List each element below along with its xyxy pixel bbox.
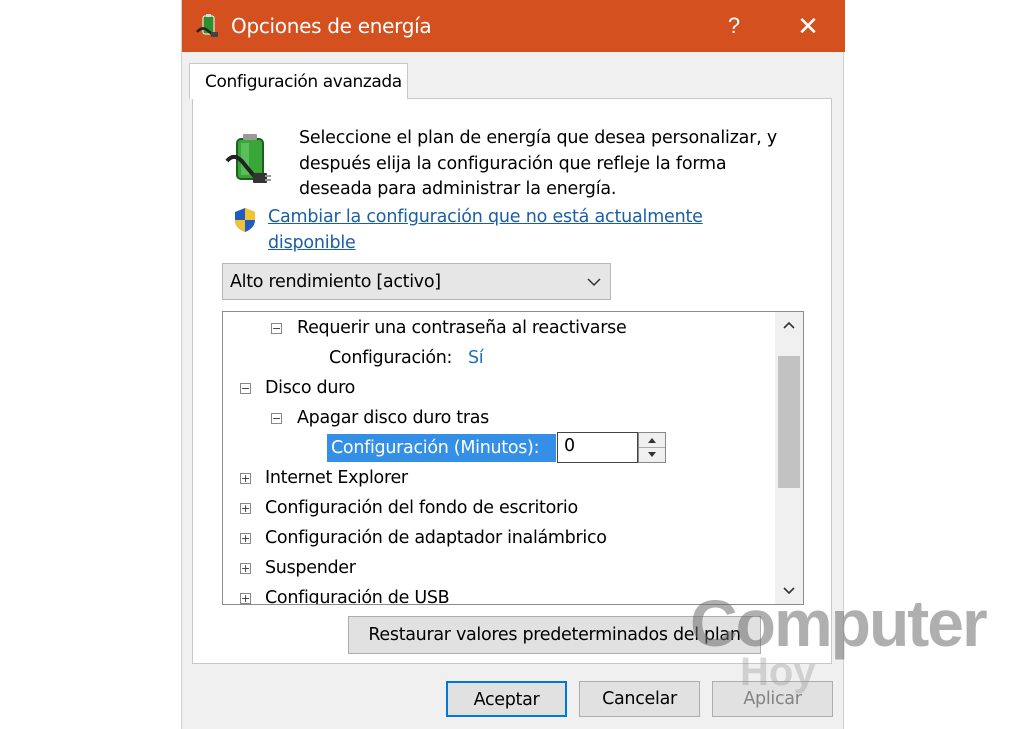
expand-icon[interactable]: + [240,593,251,604]
accept-label: Aceptar [473,690,540,710]
cancel-button[interactable]: Cancelar [579,681,700,717]
settings-tree[interactable]: − Requerir una contraseña al reactivarse… [222,311,804,605]
expand-icon[interactable]: + [240,563,251,574]
expand-icon[interactable]: + [240,503,251,514]
restore-label: Restaurar valores predeterminados del pl… [368,625,741,645]
restore-defaults-button[interactable]: Restaurar valores predeterminados del pl… [348,616,761,654]
accept-button[interactable]: Aceptar [446,681,567,717]
change-unavailable-settings-link[interactable]: Cambiar la configuración que no está act… [268,205,768,256]
tree-item-label: Suspender [265,558,356,578]
minutes-value: 0 [564,436,576,456]
collapse-icon[interactable]: − [271,323,282,334]
minutes-input[interactable]: 0 [557,432,638,463]
tab-label: Configuración avanzada [205,72,402,92]
tab-advanced-settings[interactable]: Configuración avanzada [189,63,408,99]
window-title: Opciones de energía [231,14,432,38]
selected-plan: Alto rendimiento [activo] [230,272,441,292]
title-bar: Opciones de energía ? ✕ [182,0,845,52]
setting-label: Configuración: [329,348,453,368]
help-button[interactable]: ? [716,8,752,44]
tree-item-label: Internet Explorer [265,468,408,488]
tree-item-label: Configuración de adaptador inalámbrico [265,528,607,548]
tree-item-label: Requerir una contraseña al reactivarse [297,318,627,338]
tree-item-sleep[interactable]: + Suspender [223,555,773,581]
tree-item-usb[interactable]: + Configuración de USB [223,585,773,605]
tree-item-hard-disk[interactable]: − Disco duro [223,375,773,401]
expand-icon[interactable]: + [240,533,251,544]
tree-item-label: Disco duro [265,378,356,398]
minutes-spinner[interactable] [638,432,666,463]
power-plan-select[interactable]: Alto rendimiento [activo] [222,263,611,300]
triangle-down-icon [648,452,656,457]
tree-item-require-password[interactable]: − Requerir una contraseña al reactivarse [223,315,773,341]
tree-item-wireless-adapter[interactable]: + Configuración de adaptador inalámbrico [223,525,773,551]
tree-item-label: Configuración del fondo de escritorio [265,498,578,518]
tree-item-label: Apagar disco duro tras [297,408,489,428]
close-button[interactable]: ✕ [790,8,826,44]
tree-item-internet-explorer[interactable]: + Internet Explorer [223,465,773,491]
scrollbar-thumb[interactable] [778,356,800,488]
power-options-icon [196,14,218,37]
apply-button[interactable]: Aplicar [712,681,833,717]
setting-value-link[interactable]: Sí [468,345,484,371]
chevron-down-icon [783,587,795,595]
chevron-down-icon [587,278,601,287]
collapse-icon[interactable]: − [240,383,251,394]
power-options-dialog: Opciones de energía ? ✕ Configuración av… [181,0,845,729]
chevron-up-icon [783,321,795,329]
scroll-down-button[interactable] [775,578,803,604]
selected-setting-row[interactable]: Configuración (Minutos): [327,434,556,462]
battery-plug-icon [225,134,271,183]
tree-item-desktop-background[interactable]: + Configuración del fondo de escritorio [223,495,773,521]
spin-up-button[interactable] [639,433,665,448]
tree-item-setting-password[interactable]: Configuración: Sí [223,345,773,371]
scroll-up-button[interactable] [775,312,803,338]
plan-description: Seleccione el plan de energía que desea … [299,128,778,199]
spin-down-button[interactable] [639,448,665,462]
uac-shield-icon [235,208,255,232]
collapse-icon[interactable]: − [271,413,282,424]
tree-item-label: Configuración de USB [265,588,450,605]
tree-item-turn-off-disk[interactable]: − Apagar disco duro tras [223,405,773,431]
triangle-up-icon [648,438,656,443]
apply-label: Aplicar [743,689,802,709]
expand-icon[interactable]: + [240,473,251,484]
vertical-scrollbar[interactable] [775,312,803,604]
cancel-label: Cancelar [602,689,677,709]
setting-minutes-label: Configuración (Minutos): [331,438,540,458]
